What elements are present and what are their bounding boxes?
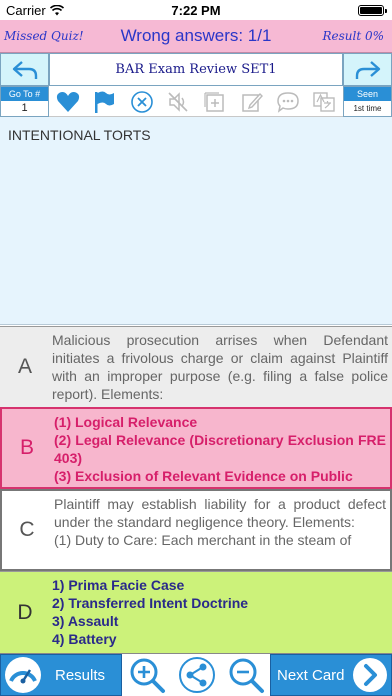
bottom-bar: Results Next Card <box>0 654 392 696</box>
answer-option-b[interactable]: B (1) Logical Relevance (2) Legal Releva… <box>0 407 392 489</box>
answer-option-d[interactable]: D 1) Prima Facie Case 2) Transferred Int… <box>0 571 392 654</box>
answer-text: (1) Logical Relevance (2) Legal Relevanc… <box>54 413 386 485</box>
answer-letter: B <box>19 436 34 459</box>
zoom-in-button[interactable] <box>122 654 171 696</box>
toolbar: Go To # 1 Seen 1st time <box>0 86 392 117</box>
answer-line: (1) Logical Relevance <box>54 414 198 430</box>
results-button[interactable]: Results <box>0 654 122 696</box>
answer-letter: C <box>19 518 35 541</box>
question-panel: INTENTIONAL TORTS <box>0 117 392 325</box>
heart-icon[interactable] <box>54 88 82 115</box>
nav-row: BAR Exam Review SET1 <box>0 53 392 86</box>
answer-line: 3) Assault <box>52 613 119 629</box>
previous-card-button[interactable] <box>0 53 49 86</box>
answer-line: (3) Exclusion of Relevant Evidence on Pu… <box>54 468 353 484</box>
answer-line: Plaintiff may establish liability for a … <box>54 496 386 530</box>
answer-line: 2) Transferred Intent Doctrine <box>52 595 249 611</box>
forward-arrow-icon <box>355 60 380 79</box>
seen-label: Seen <box>344 87 391 101</box>
answer-option-c[interactable]: C Plaintiff may establish liability for … <box>0 489 392 571</box>
next-card-label: Next Card <box>277 666 345 684</box>
back-arrow-icon <box>12 60 37 79</box>
question-text: INTENTIONAL TORTS <box>8 127 151 143</box>
answer-line: 4) Battery <box>52 631 117 647</box>
next-card-button[interactable]: Next Card <box>270 654 392 696</box>
quiz-header: Missed Quiz! Wrong answers: 1/1 Result 0… <box>0 20 392 53</box>
add-icon[interactable] <box>200 88 228 115</box>
zoom-in-icon <box>130 658 165 693</box>
deck-title: BAR Exam Review SET1 <box>49 53 343 86</box>
battery-icon <box>358 5 387 16</box>
answer-line: (2) Legal Relevance (Discretionary Exclu… <box>54 432 386 466</box>
share-icon <box>178 657 215 693</box>
answer-line: 1) Prima Facie Case <box>52 577 185 593</box>
goto-label: Go To # <box>1 87 48 101</box>
goto-value: 1 <box>1 101 48 116</box>
speedometer-icon <box>5 657 41 693</box>
edit-icon[interactable] <box>238 88 266 115</box>
next-card-arrow-button[interactable] <box>343 53 392 86</box>
answer-text: Plaintiff may establish liability for a … <box>54 495 386 549</box>
answer-text: Malicious prosecution arrises when Defen… <box>52 332 388 402</box>
zoom-out-icon <box>229 658 264 693</box>
goto-button[interactable]: Go To # 1 <box>0 86 49 117</box>
status-bar: Carrier 7:22 PM <box>0 0 392 20</box>
answer-letter: D <box>17 600 33 624</box>
comment-icon[interactable] <box>274 88 302 115</box>
results-label: Results <box>55 666 106 684</box>
flag-icon[interactable] <box>90 88 118 115</box>
seen-value: 1st time <box>344 101 391 116</box>
translate-icon[interactable] <box>310 88 338 115</box>
mute-icon[interactable] <box>164 88 192 115</box>
answer-line: (1) Duty to Care: Each merchant in the s… <box>54 532 352 548</box>
chevron-right-icon <box>352 658 387 692</box>
seen-indicator: Seen 1st time <box>343 86 392 117</box>
zoom-out-button[interactable] <box>221 654 270 696</box>
answer-letter: A <box>17 355 32 378</box>
result-button[interactable]: Result 0% <box>322 29 384 43</box>
status-time: 7:22 PM <box>171 3 221 18</box>
answer-option-a[interactable]: A Malicious prosecution arrises when Def… <box>0 326 392 407</box>
share-button[interactable] <box>172 654 221 696</box>
answer-text: 1) Prima Facie Case 2) Transferred Inten… <box>52 576 388 648</box>
close-circle-icon[interactable] <box>128 88 156 115</box>
